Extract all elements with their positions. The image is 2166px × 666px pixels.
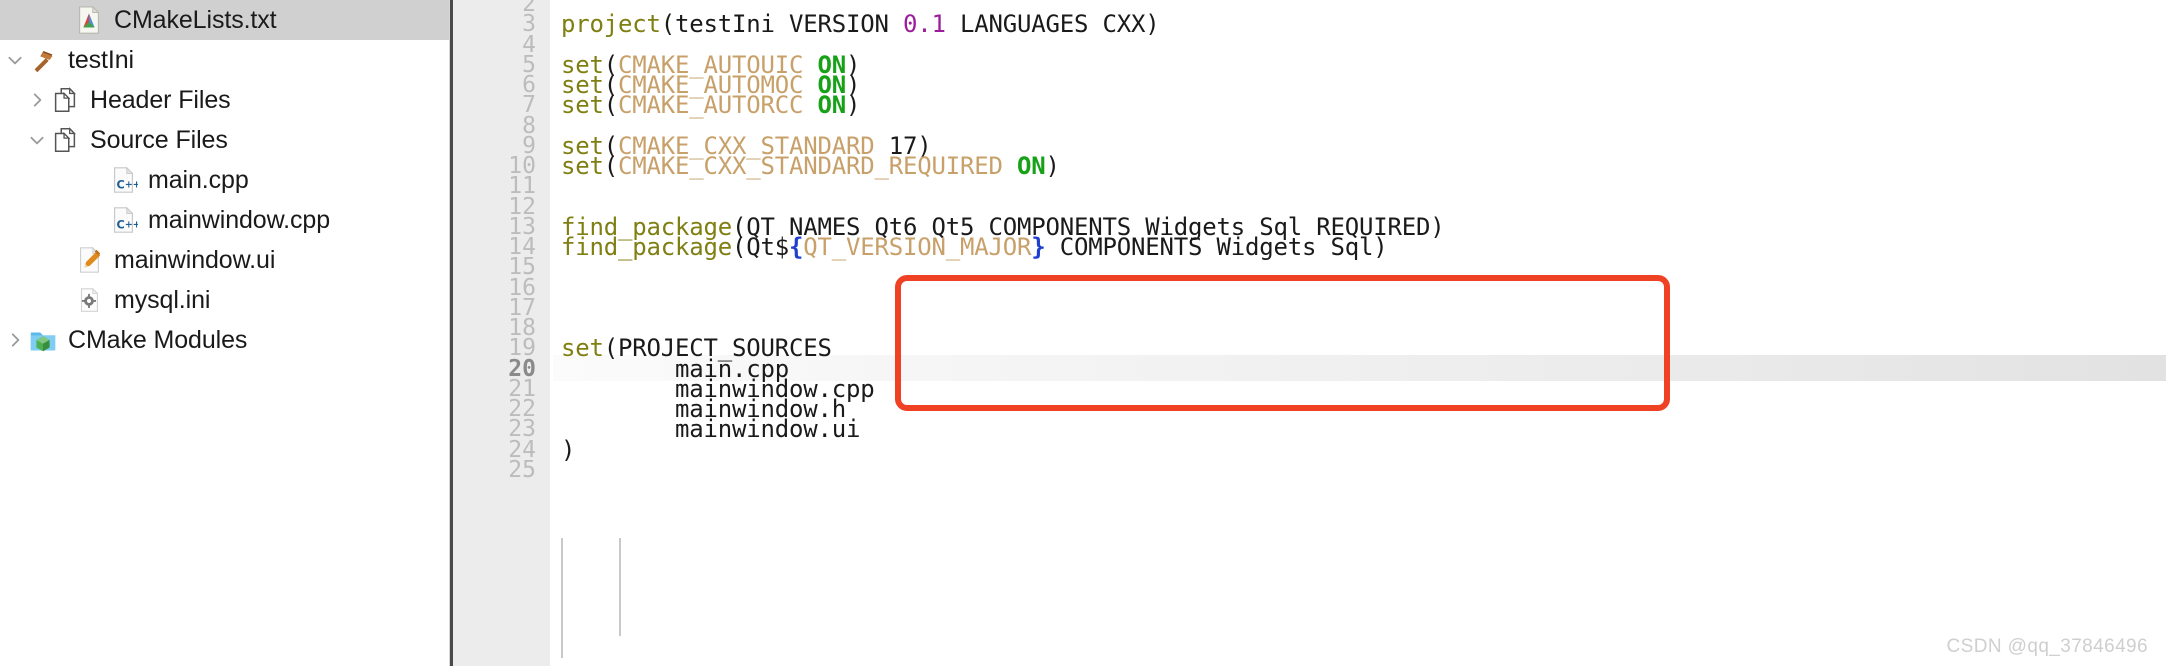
code-token-brace: } [1031, 233, 1046, 261]
tree-twisty-placeholder [48, 7, 74, 33]
tree-item-label: Header Files [90, 85, 231, 114]
code-token-num: 0.1 [903, 10, 946, 39]
chevron-right-icon[interactable] [2, 327, 28, 353]
tree-item-cmake-modules[interactable]: CMake Modules [0, 320, 449, 360]
code-token-plain: (testIni VERSION [660, 10, 903, 39]
indent-guide-inner [619, 538, 621, 636]
code-token-cmd: find_package [561, 233, 732, 261]
ui-pencil-icon [74, 245, 104, 275]
tree-twisty-placeholder [82, 167, 108, 193]
code-token-var: QT_VERSION_MAJOR [803, 233, 1032, 261]
project-tree[interactable]: CMakeLists.txt testIni Header Files Source … [0, 0, 449, 360]
cmake-folder-icon [28, 325, 58, 355]
code-token-plain: mainwindow.ui [561, 415, 861, 444]
code-editor[interactable]: project(testIni VERSION 0.1 LANGUAGES CX… [450, 0, 2166, 666]
code-token-var: CMAKE_CXX_STANDARD_REQUIRED [618, 152, 1017, 180]
code-token-plain: LANGUAGES CXX) [945, 10, 1160, 39]
code-token-cmd: set [561, 91, 604, 120]
tree-item-label: testIni [68, 45, 134, 74]
code-line[interactable]: set(CMAKE_CXX_STANDARD_REQUIRED ON) [553, 154, 1060, 178]
tree-item-mainwindow-ui[interactable]: mainwindow.ui [0, 240, 449, 280]
tree-item-main-cpp[interactable]: C++ main.cpp [0, 160, 449, 200]
tree-item-label: mainwindow.cpp [148, 205, 331, 234]
tree-item-label: Source Files [90, 125, 228, 154]
code-line[interactable]: find_package(Qt${QT_VERSION_MAJOR} COMPO… [553, 233, 1388, 261]
code-token-var: CMAKE_AUTORCC [618, 91, 818, 120]
chevron-down-icon[interactable] [2, 47, 28, 73]
code-line[interactable]: ) [553, 438, 575, 462]
code-line[interactable]: set(CMAKE_AUTORCC ON) [553, 93, 860, 117]
code-token-on: ON [1016, 152, 1046, 180]
code-token-plain: ( [603, 91, 618, 120]
tree-twisty-placeholder [48, 247, 74, 273]
svg-text:C: C [116, 218, 124, 231]
tree-item-mainwindow-cpp[interactable]: C++ mainwindow.cpp [0, 200, 449, 240]
code-line[interactable]: project(testIni VERSION 0.1 LANGUAGES CX… [553, 12, 1160, 36]
code-token-plain: ( [603, 152, 618, 180]
code-text-area[interactable]: project(testIni VERSION 0.1 LANGUAGES CX… [553, 0, 2166, 666]
tree-item-cmakelists-txt[interactable]: CMakeLists.txt [0, 0, 449, 40]
code-token-plain: COMPONENTS Widgets Sql) [1045, 233, 1388, 261]
chevron-right-icon[interactable] [24, 87, 50, 113]
ide-window: CMakeLists.txt testIni Header Files Source … [0, 0, 2166, 666]
code-token-cmd: set [561, 152, 604, 180]
cmake-file-icon [74, 5, 104, 35]
tree-item-label: mainwindow.ui [114, 245, 276, 274]
tree-twisty-placeholder [82, 207, 108, 233]
cpp-file-icon: C++ [108, 165, 138, 195]
code-line[interactable]: mainwindow.ui [553, 417, 860, 441]
code-token-plain: ) [1045, 152, 1060, 180]
tree-item-mysql-ini[interactable]: mysql.ini [0, 280, 449, 320]
code-token-plain: ) [846, 91, 861, 120]
hammer-icon [28, 45, 58, 75]
code-token-cmd: project [561, 10, 661, 39]
code-token-plain: ) [561, 435, 576, 464]
indent-guide-outer [561, 538, 563, 658]
code-token-brace: { [789, 233, 804, 261]
tree-twisty-placeholder [48, 287, 74, 313]
gear-file-icon [74, 285, 104, 315]
project-tree-sidebar: CMakeLists.txt testIni Header Files Source … [0, 0, 450, 666]
documents-icon [50, 125, 80, 155]
tree-item-source-files[interactable]: Source Files [0, 120, 449, 160]
documents-icon [50, 85, 80, 115]
tree-item-label: CMakeLists.txt [114, 5, 277, 34]
svg-text:++: ++ [125, 180, 138, 191]
svg-text:++: ++ [125, 220, 138, 231]
line-number[interactable]: 25 [452, 458, 536, 481]
tree-item-header-files[interactable]: Header Files [0, 80, 449, 120]
tree-item-label: mysql.ini [114, 285, 211, 314]
watermark: CSDN @qq_37846496 [1946, 636, 2148, 657]
line-number-gutter[interactable]: 2 3 4 5 6 7 8 9 10 11 12 13 14 15 16 17 18 19 20 21 22 23 24 25 [450, 0, 550, 666]
code-token-plain: (Qt$ [732, 233, 789, 261]
chevron-down-icon[interactable] [24, 127, 50, 153]
tree-item-testini[interactable]: testIni [0, 40, 449, 80]
code-token-on: ON [817, 91, 847, 120]
svg-text:C: C [116, 178, 124, 191]
tree-item-label: main.cpp [148, 165, 249, 194]
cpp-file-icon: C++ [108, 205, 138, 235]
tree-item-label: CMake Modules [68, 325, 248, 354]
